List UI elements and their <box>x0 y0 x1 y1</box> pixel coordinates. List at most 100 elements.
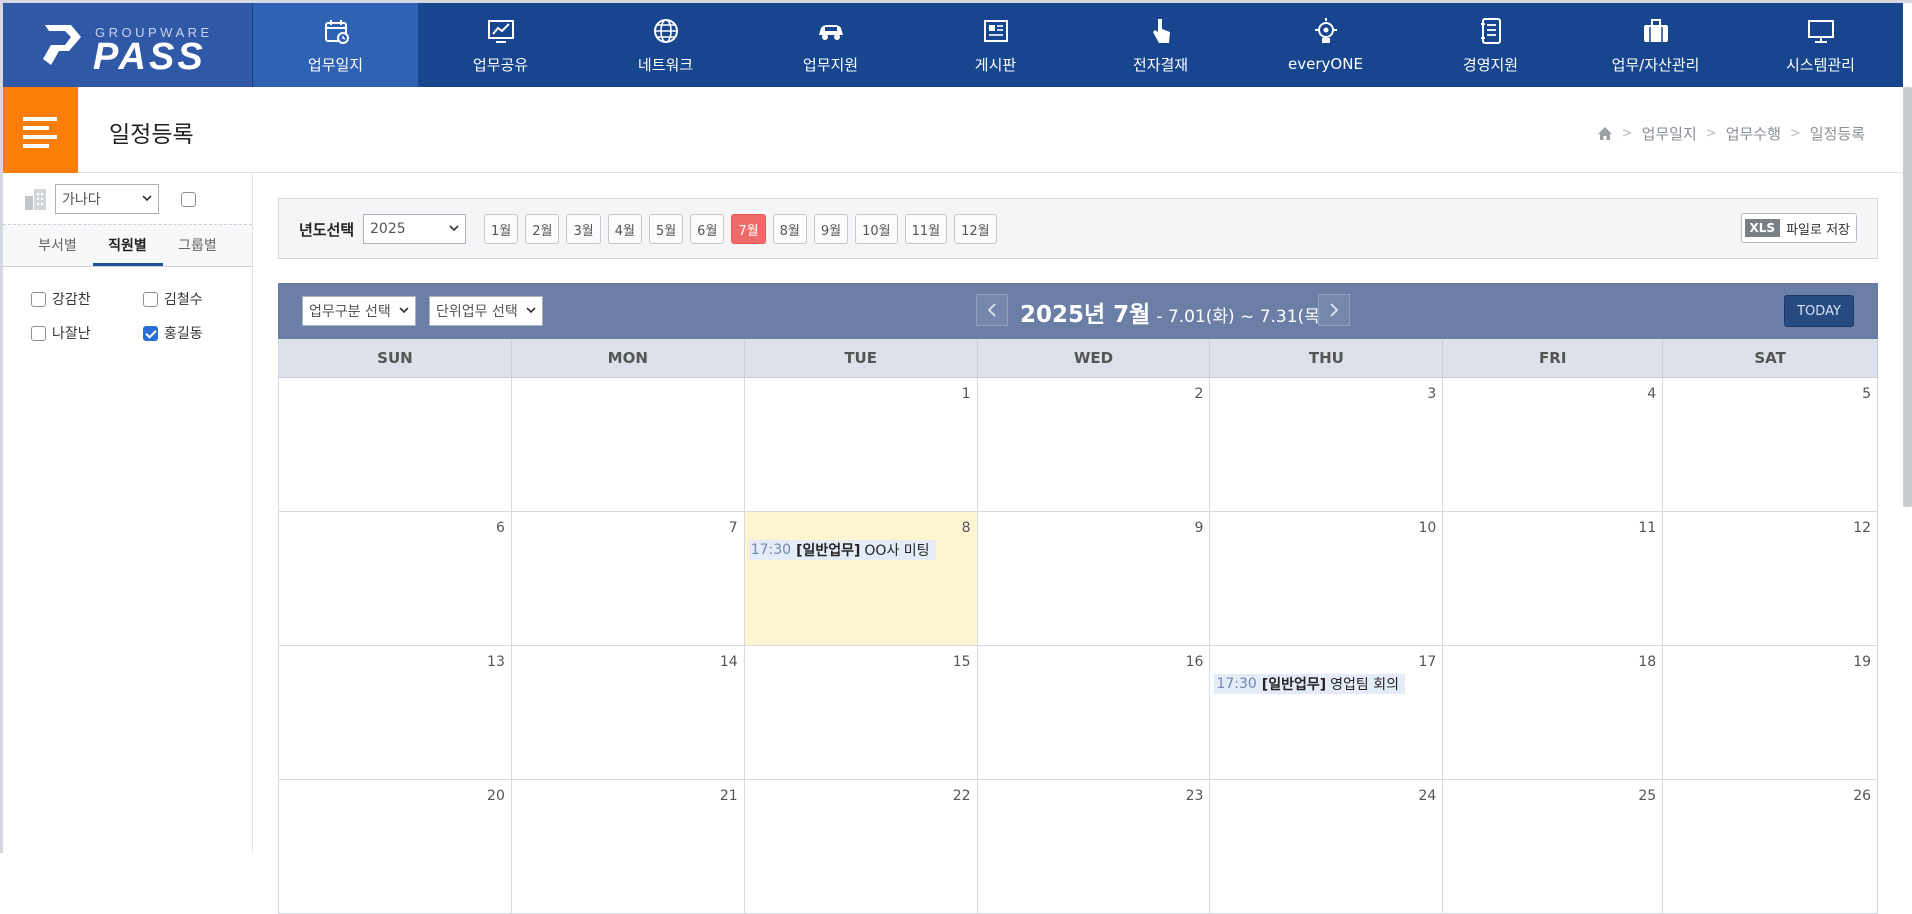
breadcrumb-item[interactable]: 업무일지 <box>1642 123 1697 144</box>
month-button-4[interactable]: 4월 <box>607 214 642 244</box>
day-number: 2 <box>1194 386 1204 402</box>
month-button-6[interactable]: 6월 <box>690 214 725 244</box>
nav-item-5[interactable]: 게시판 <box>913 3 1078 87</box>
nav-item-9[interactable]: 업무/자산관리 <box>1573 3 1738 87</box>
day-cell-today[interactable]: 8 17:30 [일반업무] OO사 미팅 <box>744 512 978 645</box>
page-scrollbar[interactable] <box>1903 87 1912 507</box>
day-cell[interactable]: 13 <box>279 646 512 779</box>
day-cell[interactable]: 11 <box>1443 512 1664 645</box>
employee-item[interactable]: 강감찬 <box>31 289 143 309</box>
employee-checkbox[interactable] <box>31 325 46 341</box>
nav-item-7[interactable]: everyONE <box>1243 3 1408 87</box>
day-cell[interactable]: 7 <box>512 512 745 645</box>
day-cell[interactable]: 24 <box>1210 780 1444 913</box>
month-button-10[interactable]: 10월 <box>855 214 898 244</box>
nav-item-6[interactable]: 전자결재 <box>1078 3 1243 87</box>
day-cell[interactable]: 17 17:30 [일반업무] 영업팀 회의 <box>1210 646 1444 779</box>
chevron-right-icon <box>1330 303 1339 317</box>
nav-item-2[interactable]: 업무공유 <box>418 3 583 87</box>
left-panel: 가나다 부서별 직원별 그룹별 강감찬 김철수 나잘난 홍길동 <box>3 174 253 853</box>
sort-select[interactable]: 가나다 <box>55 184 159 214</box>
left-tab-2[interactable]: 직원별 <box>92 225 163 266</box>
nav-item-3[interactable]: 네트워크 <box>583 3 748 87</box>
work-type-select[interactable]: 업무구분 선택 <box>302 296 416 326</box>
home-icon[interactable] <box>1597 126 1613 141</box>
breadcrumb-item[interactable]: 일정등록 <box>1810 123 1865 144</box>
day-cell[interactable]: 19 <box>1663 646 1879 779</box>
excel-export-label: 파일로 저장 <box>1786 222 1850 238</box>
day-cell[interactable]: 16 <box>978 646 1211 779</box>
calendar-event[interactable]: 17:30 [일반업무] OO사 미팅 <box>748 540 936 560</box>
day-number: 5 <box>1862 386 1872 402</box>
calendar-month-title: 2025년 7월 <box>1020 302 1151 328</box>
breadcrumb-item[interactable]: 업무수행 <box>1726 123 1781 144</box>
employee-checkbox[interactable] <box>31 291 46 307</box>
day-cell[interactable]: 4 <box>1443 378 1664 511</box>
calendar-event[interactable]: 17:30 [일반업무] 영업팀 회의 <box>1214 674 1405 694</box>
day-number: 24 <box>1418 788 1437 804</box>
breadcrumb-separator: > <box>1705 126 1717 141</box>
day-number: 21 <box>719 788 738 804</box>
month-button-7[interactable]: 7월 <box>731 214 766 244</box>
month-button-2[interactable]: 2월 <box>525 214 560 244</box>
unit-work-select[interactable]: 단위업무 선택 <box>429 296 543 326</box>
year-month-bar: 년도선택 2025 1월 2월 3월 4월 5월 6월 7월 8월 9월 10월 11월 12월 XL… <box>278 198 1878 259</box>
day-cell[interactable]: 5 <box>1663 378 1879 511</box>
day-cell[interactable]: 20 <box>279 780 512 913</box>
day-cell[interactable]: 1 <box>745 378 978 511</box>
day-cell[interactable]: 6 <box>279 512 512 645</box>
month-button-8[interactable]: 8월 <box>772 214 807 244</box>
month-button-1[interactable]: 1월 <box>484 214 519 244</box>
day-cell[interactable]: 14 <box>512 646 745 779</box>
day-cell[interactable]: 12 <box>1663 512 1879 645</box>
building-icon <box>25 189 46 210</box>
employee-item[interactable]: 나잘난 <box>31 323 143 343</box>
employee-checkbox[interactable] <box>143 291 158 307</box>
day-cell[interactable]: 2 <box>978 378 1211 511</box>
month-button-3[interactable]: 3월 <box>566 214 601 244</box>
chevron-down-icon <box>526 307 536 314</box>
employee-checkbox[interactable] <box>143 325 158 341</box>
today-button[interactable]: TODAY <box>1784 295 1854 327</box>
nav-item-label: 업무일지 <box>307 55 364 74</box>
day-cell[interactable]: 21 <box>512 780 745 913</box>
select-all-checkbox[interactable] <box>181 191 196 207</box>
day-cell[interactable]: 10 <box>1210 512 1444 645</box>
day-cell[interactable]: 23 <box>978 780 1211 913</box>
day-cell[interactable]: 18 <box>1443 646 1664 779</box>
month-button-12[interactable]: 12월 <box>954 214 997 244</box>
nav-item-1[interactable]: 업무일지 <box>253 3 418 87</box>
nav-item-10[interactable]: 시스템관리 <box>1738 3 1903 87</box>
weekday-label: TUE <box>745 339 978 377</box>
weekday-label: THU <box>1210 339 1444 377</box>
day-cell[interactable]: 15 <box>745 646 978 779</box>
year-select[interactable]: 2025 <box>363 214 466 244</box>
left-tab-3[interactable]: 그룹별 <box>163 225 233 266</box>
month-button-9[interactable]: 9월 <box>813 214 849 244</box>
day-cell[interactable]: 22 <box>745 780 978 913</box>
nav-item-8[interactable]: 경영지원 <box>1408 3 1573 87</box>
day-cell[interactable]: 9 <box>978 512 1211 645</box>
prev-month-button[interactable] <box>976 294 1008 326</box>
calendar-title: 2025년 7월 - 7.01(화) ~ 7.31(목) <box>1020 295 1326 329</box>
employee-item[interactable]: 홍길동 <box>143 323 243 343</box>
day-cell[interactable]: 26 <box>1663 780 1879 913</box>
pass-logo-mark-icon <box>43 25 81 65</box>
event-time: 17:30 <box>1216 676 1257 692</box>
employee-item[interactable]: 김철수 <box>143 289 243 309</box>
day-cell[interactable] <box>512 378 745 511</box>
day-cell[interactable]: 3 <box>1210 378 1444 511</box>
day-cell[interactable] <box>279 378 512 511</box>
menu-toggle-button[interactable] <box>3 87 78 173</box>
brand-name: PASS <box>93 36 206 78</box>
month-button-11[interactable]: 11월 <box>904 214 948 244</box>
day-cell[interactable]: 25 <box>1443 780 1664 913</box>
excel-export-button[interactable]: XLS 파일로 저장 <box>1740 213 1857 243</box>
left-tab-1[interactable]: 부서별 <box>23 225 93 266</box>
pass-logo[interactable]: GROUPWARE PASS <box>3 3 253 87</box>
work-type-select-value: 업무구분 선택 <box>309 304 391 320</box>
next-month-button[interactable] <box>1318 294 1350 326</box>
month-button-5[interactable]: 5월 <box>648 214 684 244</box>
nav-item-4[interactable]: 업무지원 <box>748 3 913 87</box>
chevron-left-icon <box>987 303 996 317</box>
